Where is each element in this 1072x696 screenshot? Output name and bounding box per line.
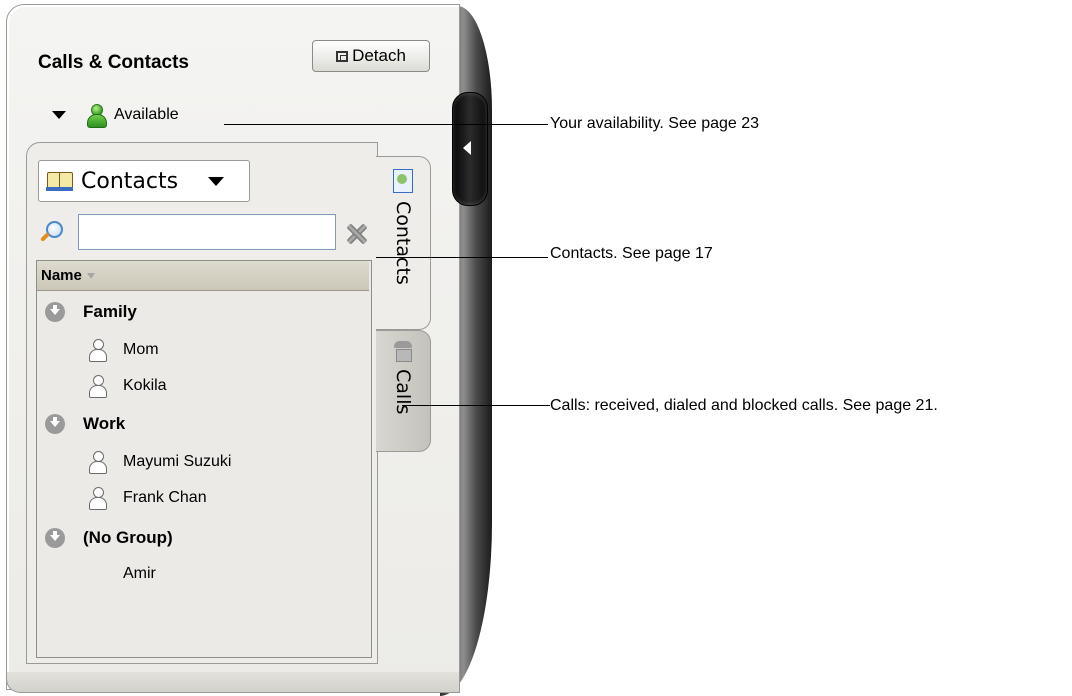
- contact-row[interactable]: Kokila: [37, 371, 369, 401]
- offline-person-icon: [89, 375, 107, 398]
- callout-contacts: Contacts. See page 17: [550, 245, 713, 262]
- contact-name: Frank Chan: [123, 489, 207, 506]
- contact-source-dropdown[interactable]: Contacts: [38, 160, 250, 202]
- availability-selector[interactable]: Available: [52, 100, 179, 130]
- callout-line-calls: [402, 405, 550, 406]
- group-name: Work: [83, 414, 126, 433]
- callout-availability: Your availability. See page 23: [550, 115, 760, 132]
- callout-line-availability: [224, 124, 548, 125]
- callout-calls: Calls: received, dialed and blocked call…: [550, 397, 938, 414]
- offline-person-icon: [89, 487, 107, 510]
- callout-line-contacts: [376, 257, 548, 258]
- group-row-family[interactable]: Family: [37, 297, 369, 327]
- arrow-left-icon: [463, 141, 471, 155]
- panel-title: Calls & Contacts: [38, 52, 189, 73]
- contact-row[interactable]: Mom: [37, 335, 369, 365]
- tab-calls[interactable]: Calls: [376, 330, 431, 452]
- detach-icon: [336, 50, 349, 62]
- tab-label: Calls: [392, 369, 414, 415]
- phone-icon: [393, 341, 413, 362]
- collapse-group-icon[interactable]: [45, 414, 65, 434]
- panel-footer: [6, 672, 460, 693]
- group-name: (No Group): [83, 528, 173, 547]
- contact-row[interactable]: Mayumi Suzuki: [37, 447, 369, 477]
- chevron-down-icon: [208, 176, 225, 186]
- detach-button[interactable]: Detach: [312, 40, 430, 72]
- offline-person-icon: [89, 451, 107, 474]
- tab-label: Contacts: [392, 201, 414, 285]
- collapse-group-icon[interactable]: [45, 528, 65, 548]
- address-book-icon: [393, 169, 413, 193]
- group-row-no-group[interactable]: (No Group): [37, 523, 369, 553]
- availability-status: Available: [114, 106, 179, 123]
- calls-contacts-window: Calls & Contacts Detach Available Contac…: [0, 0, 500, 696]
- name-column-header[interactable]: Name: [37, 261, 369, 291]
- address-book-icon: [46, 171, 73, 191]
- contact-name: Mayumi Suzuki: [123, 453, 232, 470]
- triangle-down-icon: [52, 111, 66, 119]
- contact-name: Amir: [123, 565, 156, 582]
- collapse-handle[interactable]: [452, 92, 488, 206]
- search-input[interactable]: [78, 214, 336, 250]
- group-row-work[interactable]: Work: [37, 409, 369, 439]
- collapse-group-icon[interactable]: [45, 302, 65, 322]
- offline-person-icon: [89, 339, 107, 362]
- available-person-icon: [86, 103, 107, 128]
- tab-contacts[interactable]: Contacts: [376, 156, 431, 330]
- contact-row[interactable]: Amir: [37, 559, 369, 589]
- detach-label: Detach: [352, 46, 406, 65]
- contact-row[interactable]: Frank Chan: [37, 483, 369, 513]
- group-name: Family: [83, 302, 137, 321]
- sort-arrow-icon: [86, 272, 95, 279]
- contact-source-selected: Contacts: [81, 168, 179, 194]
- clear-search-icon[interactable]: [344, 222, 368, 246]
- contact-name: Kokila: [123, 377, 167, 394]
- contact-name: Mom: [123, 341, 159, 358]
- contacts-list: Name Family Mom Kokila Work Mayumi Suzuk…: [36, 260, 372, 658]
- search-icon: [40, 220, 64, 244]
- column-header-label: Name: [41, 267, 82, 284]
